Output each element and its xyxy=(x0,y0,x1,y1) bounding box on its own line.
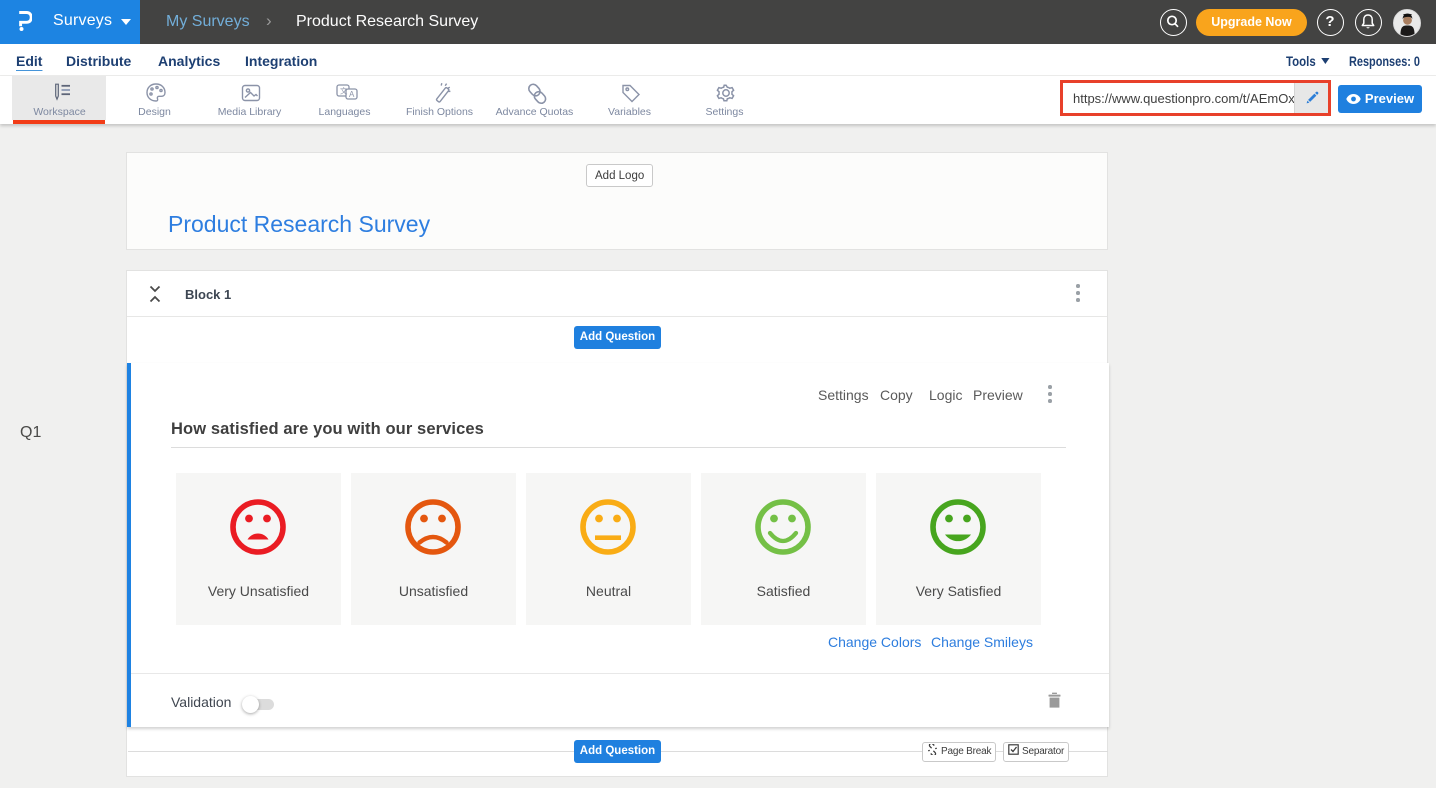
svg-text:文: 文 xyxy=(340,86,348,96)
svg-text:A: A xyxy=(349,90,355,99)
